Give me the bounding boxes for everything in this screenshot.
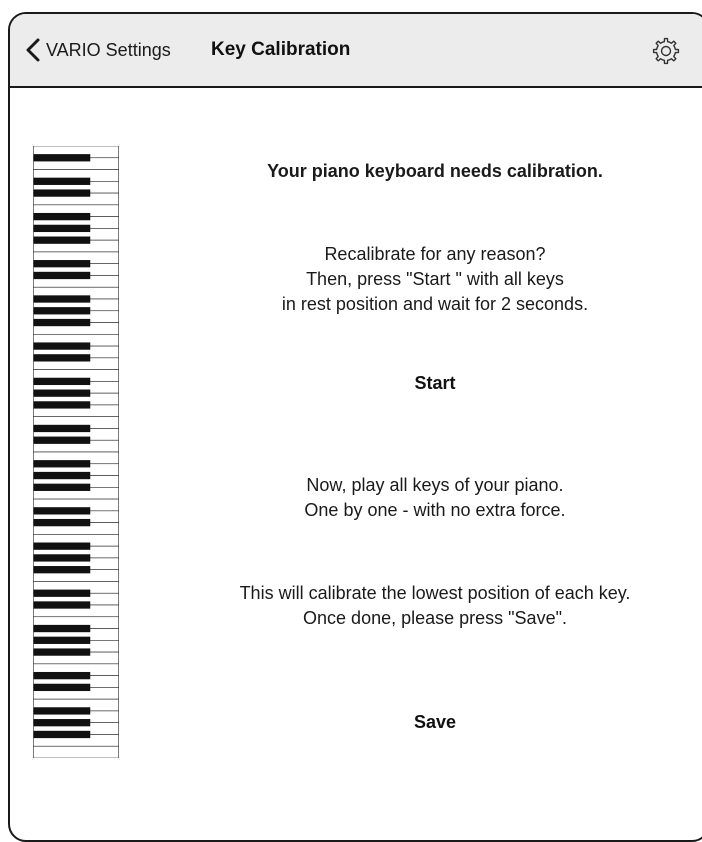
- black-key: [33, 154, 91, 162]
- black-key: [33, 189, 91, 197]
- black-key: [33, 389, 91, 397]
- needs-calibration-message: Your piano keyboard needs calibration.: [267, 161, 603, 181]
- black-key: [33, 307, 91, 315]
- black-key: [33, 342, 91, 350]
- black-key: [33, 624, 91, 633]
- play-line-2: One by one - with no extra force.: [304, 500, 566, 520]
- black-key: [33, 636, 91, 644]
- black-key: [33, 271, 91, 280]
- black-key: [33, 377, 91, 386]
- black-key: [33, 671, 91, 680]
- calibrate-line-1: This will calibrate the lowest position …: [239, 583, 631, 603]
- black-key: [33, 424, 91, 433]
- piano-keyboard: [33, 146, 119, 758]
- black-key: [33, 460, 91, 468]
- black-key: [33, 401, 91, 409]
- calibrate-line-2: Once done, please press "Save".: [303, 608, 567, 628]
- black-key: [33, 507, 91, 515]
- back-button[interactable]: VARIO Settings: [24, 36, 171, 64]
- black-key: [33, 436, 91, 444]
- page-title: Key Calibration: [211, 39, 351, 60]
- black-key: [33, 707, 91, 715]
- black-key: [33, 719, 91, 727]
- black-key: [33, 471, 91, 480]
- black-key: [33, 318, 91, 327]
- black-key: [33, 295, 91, 303]
- black-key: [33, 212, 91, 221]
- save-button[interactable]: Save: [335, 704, 535, 738]
- black-key: [33, 177, 91, 185]
- recalibrate-line-3: in rest position and wait for 2 seconds.: [281, 294, 589, 314]
- black-key: [33, 542, 91, 550]
- black-key: [33, 260, 91, 268]
- black-key: [33, 730, 91, 739]
- recalibrate-line-1: Recalibrate for any reason?: [324, 244, 546, 264]
- black-key: [33, 354, 91, 362]
- black-key: [33, 224, 91, 233]
- start-button[interactable]: Start: [335, 365, 535, 399]
- black-key: [33, 483, 91, 491]
- white-key: [33, 745, 119, 758]
- black-key: [33, 601, 91, 609]
- app-window: VARIO Settings Key Calibration Your pian…: [8, 12, 702, 842]
- black-key: [33, 554, 91, 562]
- black-key: [33, 683, 91, 692]
- black-key: [33, 589, 91, 597]
- black-key: [33, 566, 91, 574]
- gear-icon[interactable]: [651, 36, 681, 66]
- back-label: VARIO Settings: [46, 39, 171, 60]
- black-key: [33, 518, 91, 527]
- play-line-1: Now, play all keys of your piano.: [306, 475, 564, 495]
- recalibrate-line-2: Then, press "Start " with all keys: [306, 269, 564, 289]
- black-key: [33, 236, 91, 244]
- black-key: [33, 648, 91, 656]
- chevron-left-icon: [26, 38, 40, 62]
- top-bar: VARIO Settings Key Calibration: [10, 14, 702, 88]
